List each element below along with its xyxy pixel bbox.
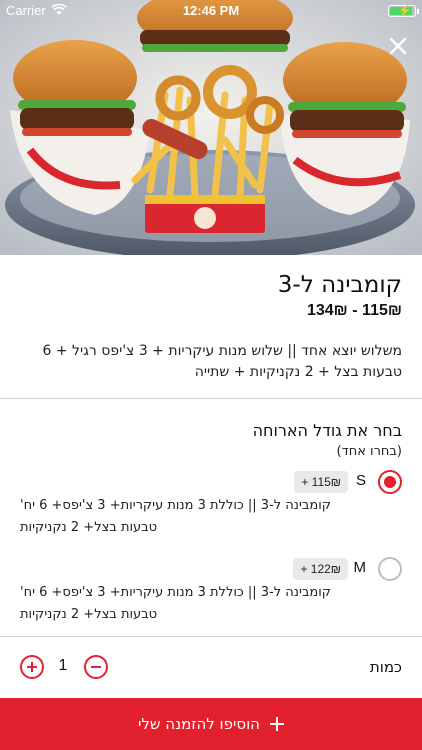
size-option-s-description: קומבינה ל-3 || כוללת 3 מנות עיקריות+ 3 צ… — [20, 498, 331, 535]
size-option-m-description: קומבינה ל-3 || כוללת 3 מנות עיקריות+ 3 צ… — [20, 585, 331, 622]
product-description: משלוש יוצא אחד || שלוש מנות עיקריות + 3 … — [42, 343, 402, 380]
size-letter-m: M — [353, 559, 367, 576]
price-chip-s: + 115₪ — [294, 471, 348, 493]
status-bar: Carrier 12:46 PM ⚡ — [0, 0, 422, 22]
status-time: 12:46 PM — [182, 3, 240, 18]
add-to-order-label: הוסיפו להזמנה שלי — [138, 715, 260, 733]
price-chip-m: + 122₪ — [293, 558, 348, 580]
plus-icon — [270, 717, 284, 731]
close-icon[interactable] — [388, 36, 408, 56]
divider — [0, 636, 422, 637]
battery-icon: ⚡ — [388, 5, 419, 17]
divider — [0, 398, 422, 399]
size-section-subtitle: (בחרו אחד) — [336, 444, 402, 459]
add-to-order-button[interactable]: הוסיפו להזמנה שלי — [0, 698, 422, 750]
quantity-label: כמות — [369, 658, 402, 676]
size-radio-m[interactable] — [378, 557, 402, 581]
product-title: קומבינה ל-3 — [277, 272, 402, 298]
size-section-title: בחר את גודל הארוחה — [252, 421, 402, 440]
burger-combo-photo — [0, 0, 422, 255]
size-radio-s[interactable] — [378, 470, 402, 494]
hero-image: Carrier 12:46 PM ⚡ — [0, 0, 422, 255]
size-letter-s: S — [355, 472, 366, 489]
quantity-value: 1 — [58, 657, 68, 674]
plus-circle-icon[interactable] — [20, 655, 44, 679]
product-price-range: 115₪ - 134₪ — [306, 302, 402, 319]
minus-circle-icon[interactable] — [84, 655, 108, 679]
charging-bolt-icon: ⚡ — [398, 5, 412, 17]
